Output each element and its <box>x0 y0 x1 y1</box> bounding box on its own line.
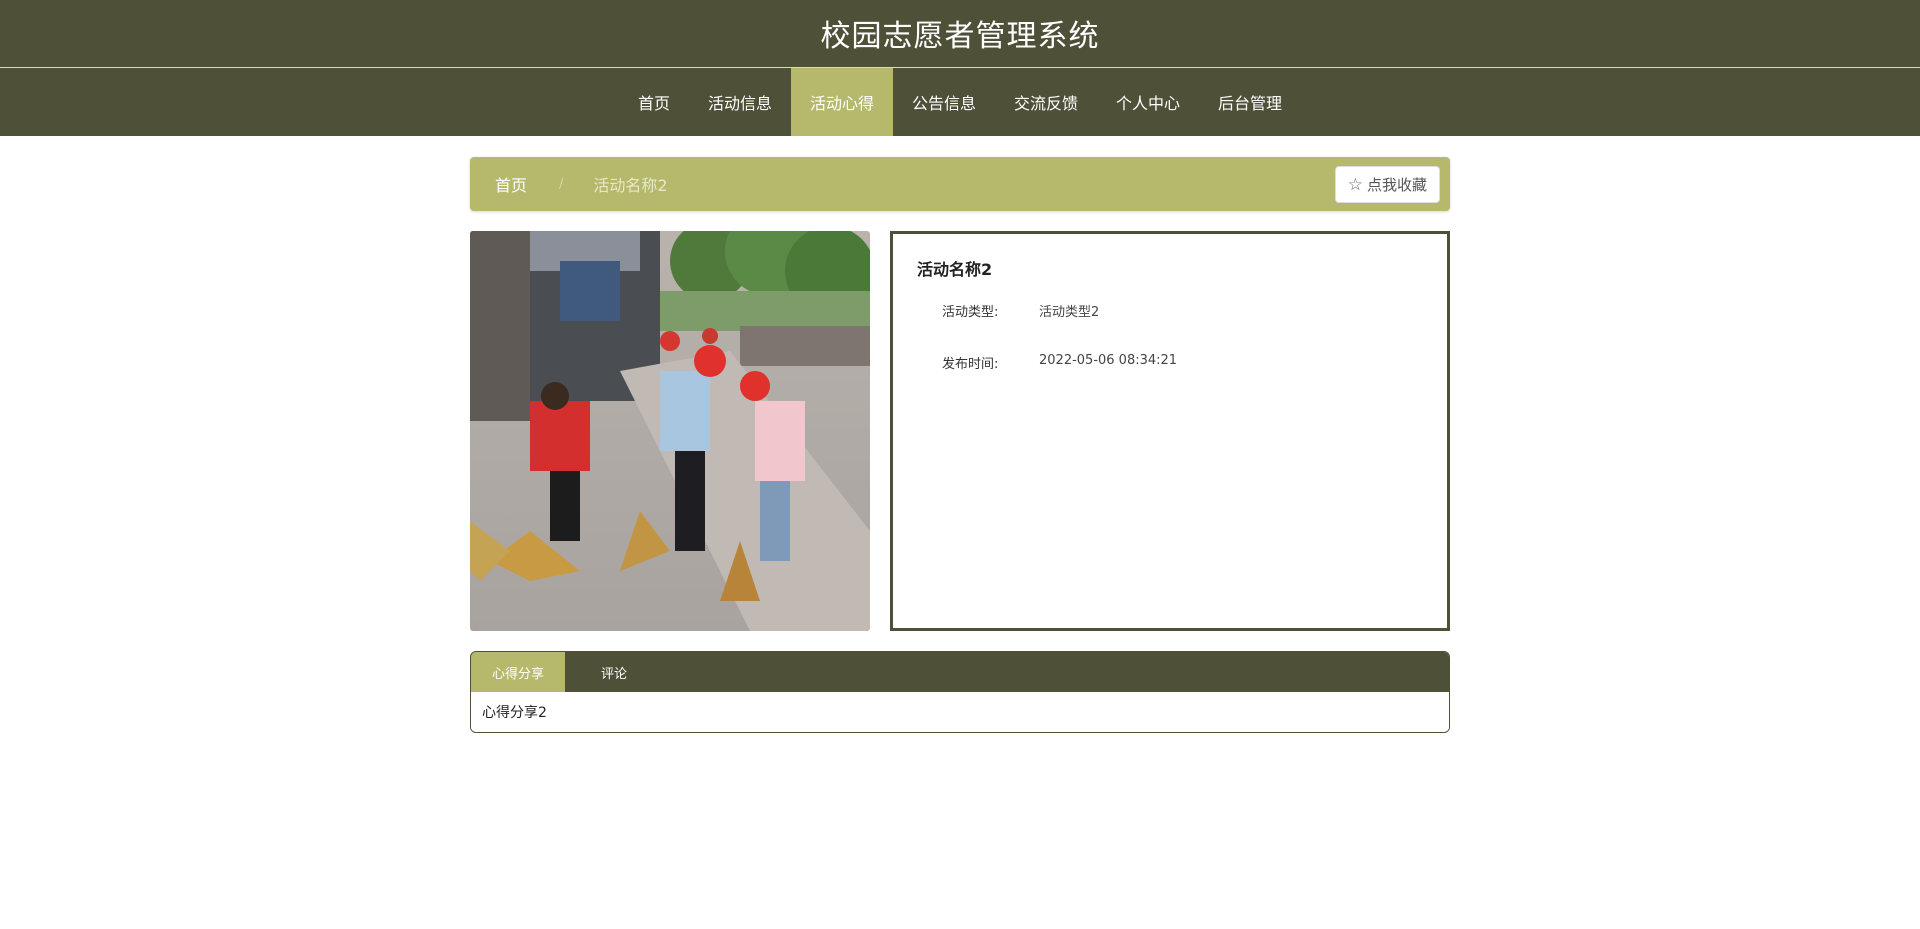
activity-photo <box>470 231 870 631</box>
favorite-button-label: 点我收藏 <box>1366 176 1427 194</box>
tabs-header: 心得分享 评论 <box>471 652 1449 692</box>
tab-experience-share[interactable]: 心得分享 <box>471 652 565 692</box>
main-nav: 首页 活动信息 活动心得 公告信息 交流反馈 个人中心 后台管理 <box>0 68 1920 136</box>
star-outline-icon: ☆ <box>1347 174 1363 195</box>
activity-type-value: 活动类型2 <box>1039 305 1100 320</box>
experience-tabs: 心得分享 评论 心得分享2 <box>470 651 1450 733</box>
main-content: 首页 / 活动名称2 ☆ 点我收藏 活动名称2 活动类型: 活动类型2 发布时间… <box>470 157 1450 733</box>
site-header: 校园志愿者管理系统 <box>0 0 1920 68</box>
nav-item-activity-info[interactable]: 活动信息 <box>689 68 791 136</box>
tab-content: 心得分享2 <box>471 692 1449 732</box>
nav-item-personal-center[interactable]: 个人中心 <box>1097 68 1199 136</box>
nav-item-admin[interactable]: 后台管理 <box>1199 68 1301 136</box>
activity-title: 活动名称2 <box>917 260 993 279</box>
activity-info-box: 活动名称2 活动类型: 活动类型2 发布时间: 2022-05-06 08:34… <box>890 231 1450 631</box>
nav-item-announcements[interactable]: 公告信息 <box>893 68 995 136</box>
nav-item-home[interactable]: 首页 <box>619 68 689 136</box>
publish-time-value: 2022-05-06 08:34:21 <box>1039 353 1178 368</box>
breadcrumb-current: 活动名称2 <box>593 176 668 195</box>
activity-type-label: 活动类型: <box>942 305 999 320</box>
site-title: 校园志愿者管理系统 <box>820 18 1100 54</box>
nav-item-activity-experience[interactable]: 活动心得 <box>790 68 893 136</box>
breadcrumb: 首页 / 活动名称2 ☆ 点我收藏 <box>470 157 1450 211</box>
breadcrumb-home-link[interactable]: 首页 <box>495 172 527 196</box>
breadcrumb-separator: / <box>559 176 564 192</box>
favorite-button[interactable]: ☆ 点我收藏 <box>1334 166 1440 203</box>
activity-type-row: 活动类型: 活动类型2 <box>942 301 1099 320</box>
publish-time-label: 发布时间: <box>942 357 999 372</box>
detail-row: 活动名称2 活动类型: 活动类型2 发布时间: 2022-05-06 08:34… <box>470 231 1450 631</box>
nav-item-feedback[interactable]: 交流反馈 <box>995 68 1097 136</box>
tab-comments[interactable]: 评论 <box>565 652 627 692</box>
publish-time-row: 发布时间: 2022-05-06 08:34:21 <box>942 353 1177 372</box>
